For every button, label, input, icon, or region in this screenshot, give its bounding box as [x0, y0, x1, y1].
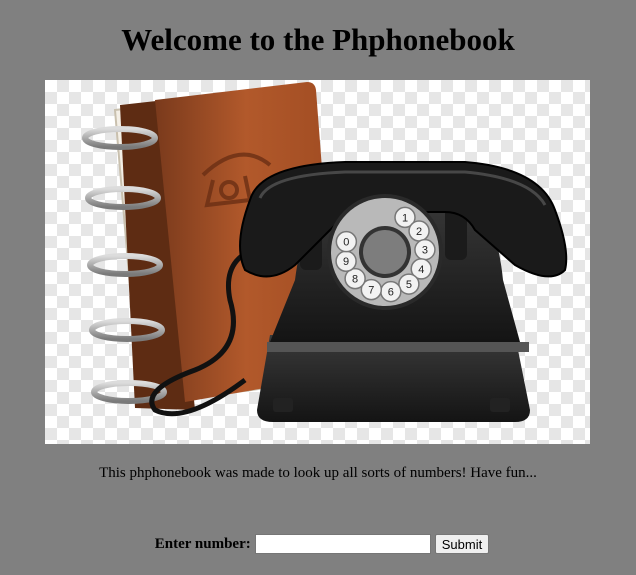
dial-digit: 4: [418, 264, 424, 276]
number-label: Enter number:: [154, 535, 251, 552]
dial-digit: 2: [416, 226, 422, 238]
dial-digit: 8: [352, 274, 358, 286]
dial-digit: 0: [343, 237, 349, 249]
submit-button[interactable]: Submit: [434, 534, 490, 554]
dial-digit: 6: [388, 287, 394, 299]
dial-digit: 7: [368, 285, 374, 297]
number-input[interactable]: [254, 534, 431, 554]
dial-digit: 9: [343, 256, 349, 268]
dial-digit: 5: [406, 279, 412, 291]
dial-digit: 1: [402, 212, 408, 224]
hero-image: 123 456 789 0: [45, 80, 590, 444]
tagline: This phphonebook was made to look up all…: [99, 465, 537, 481]
lookup-form: Enter number: Submit: [0, 534, 636, 554]
dial-digit: 3: [422, 245, 428, 257]
page-title: Welcome to the Phphonebook: [121, 22, 515, 57]
phonebook-telephone-icon: 123 456 789 0: [82, 82, 568, 422]
